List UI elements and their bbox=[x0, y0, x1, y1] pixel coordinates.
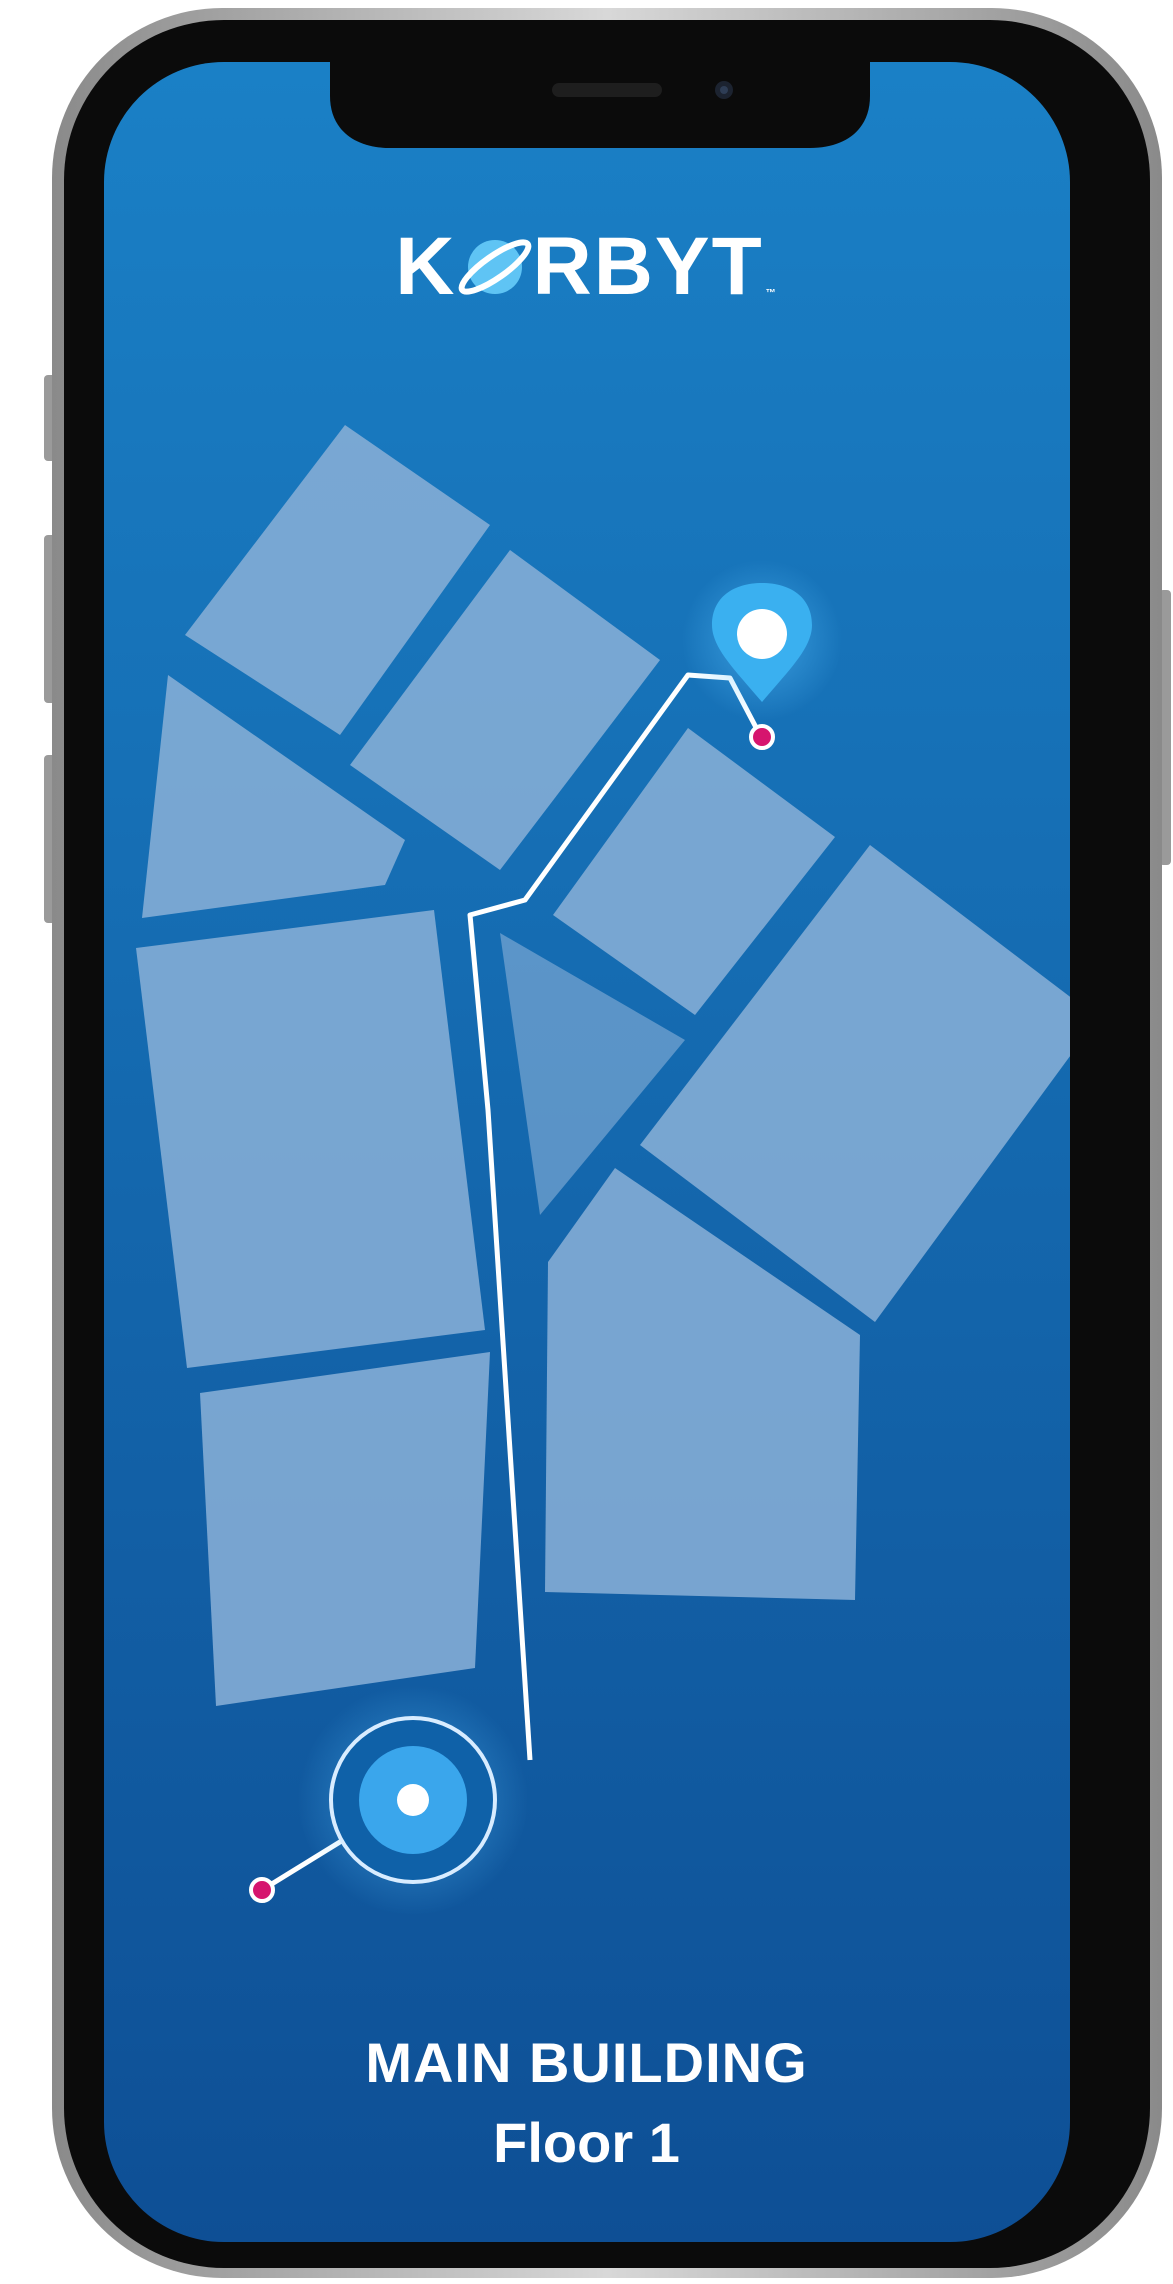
speaker-grille bbox=[552, 83, 662, 97]
room-5[interactable] bbox=[200, 1352, 490, 1706]
floor-label: Floor 1 bbox=[493, 2111, 680, 2174]
room-4[interactable] bbox=[136, 910, 485, 1368]
korbyt-logo: K RBYT ™ bbox=[0, 226, 1173, 308]
phone-mockup: K RBYT ™ MAIN BUILDING Floor 1 bbox=[0, 0, 1173, 2284]
phone-illustration bbox=[44, 8, 1171, 2278]
location-pin-icon[interactable] bbox=[682, 560, 842, 720]
route-end-marker bbox=[749, 724, 775, 750]
current-location-icon[interactable] bbox=[298, 1685, 528, 1915]
logo-letters-rbyt: RBYT bbox=[532, 221, 764, 312]
trademark-symbol: ™ bbox=[765, 288, 778, 299]
notch bbox=[330, 58, 870, 148]
planet-icon bbox=[457, 230, 533, 296]
route-start-marker bbox=[249, 1877, 275, 1903]
front-camera-lens bbox=[720, 86, 728, 94]
building-name: MAIN BUILDING bbox=[365, 2031, 808, 2094]
logo-letter-k: K bbox=[395, 221, 457, 312]
